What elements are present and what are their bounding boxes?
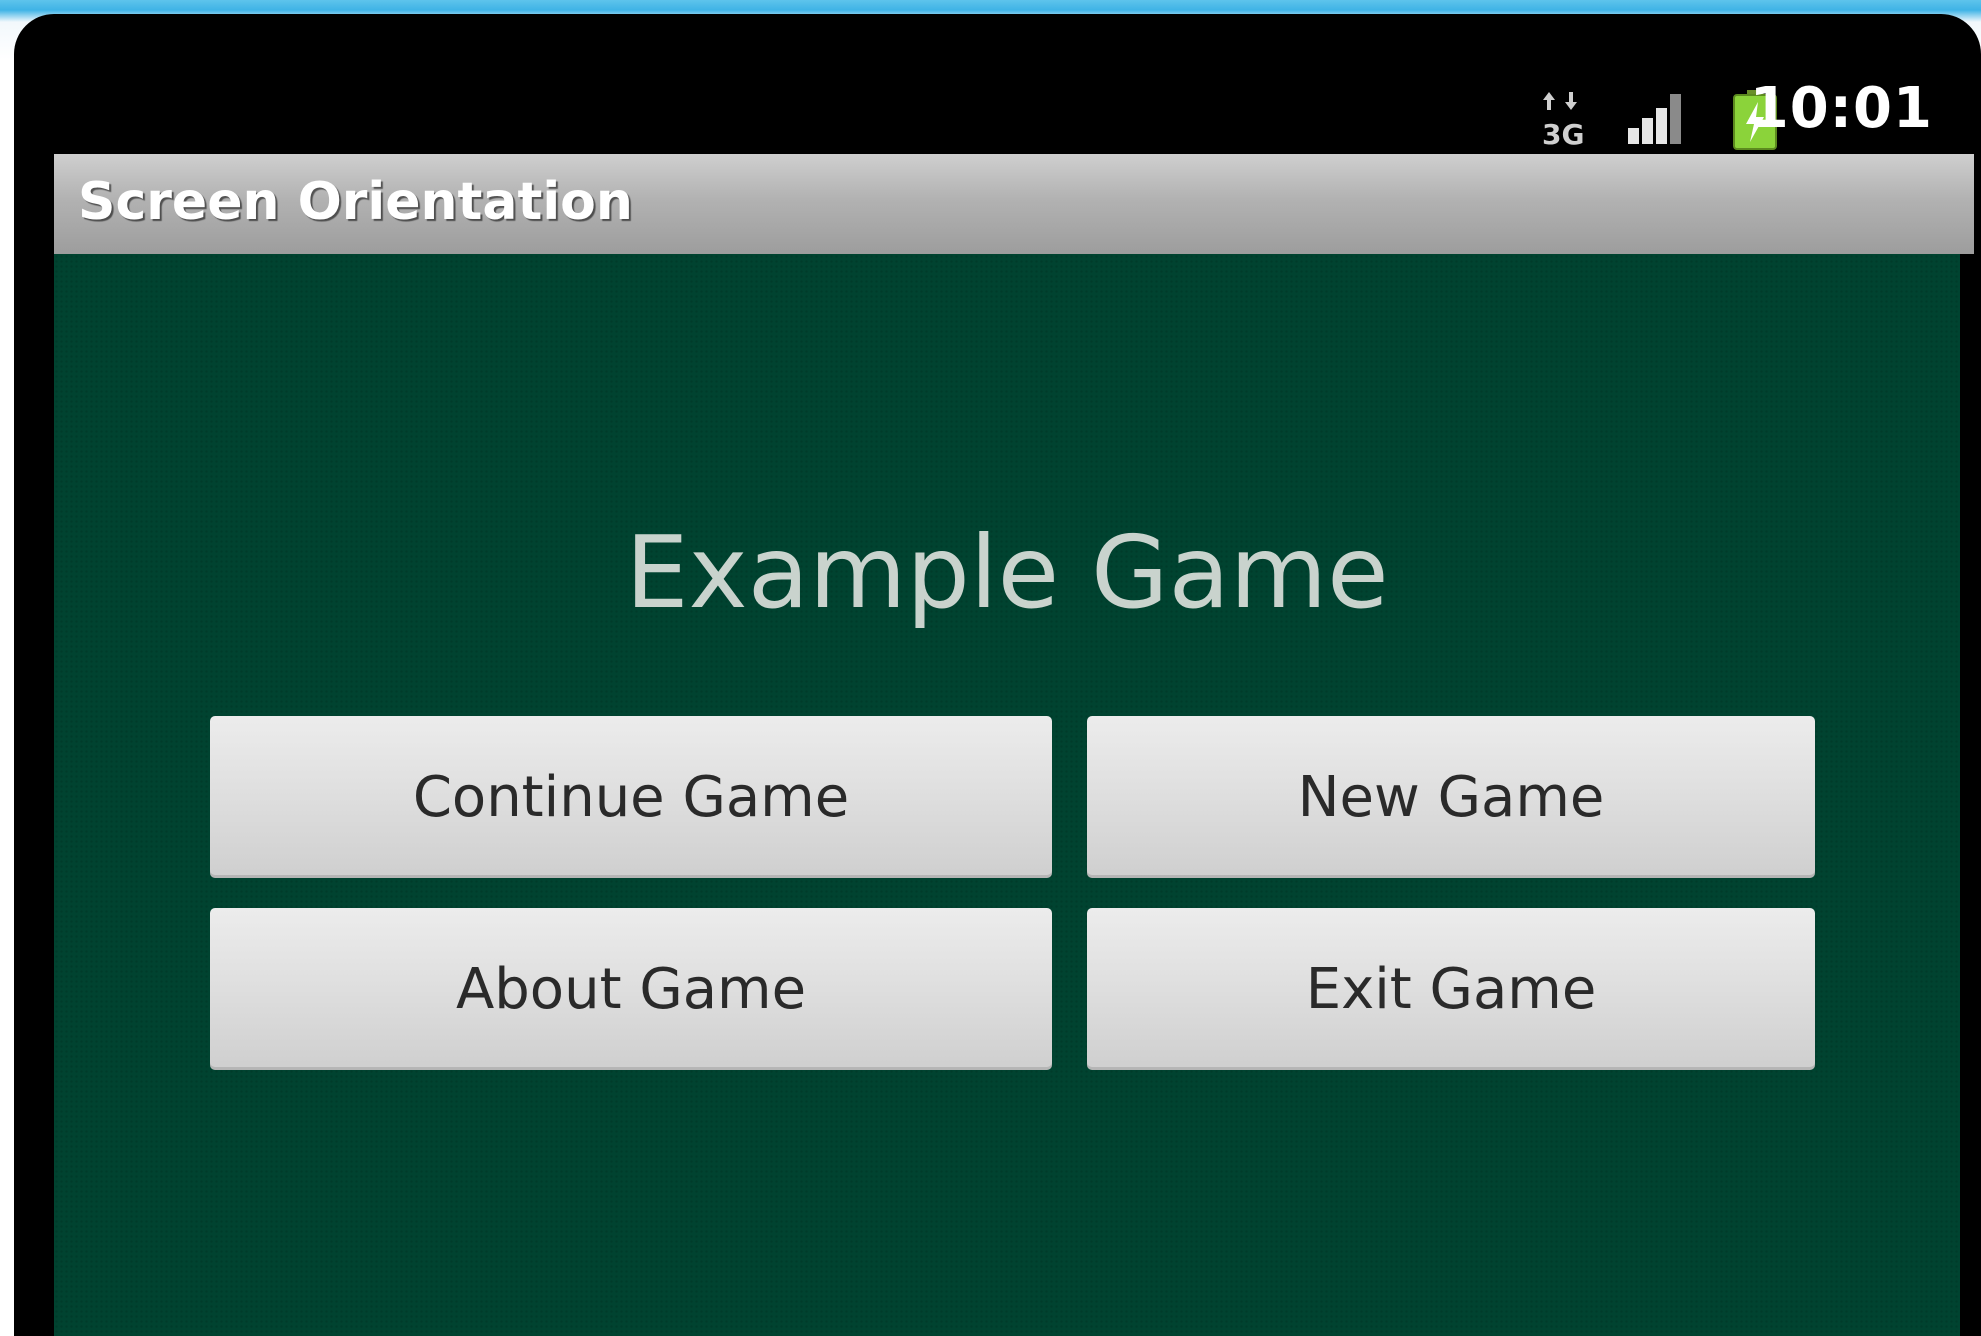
continue-game-button[interactable]: Continue Game	[210, 716, 1052, 878]
svg-text:3G: 3G	[1542, 118, 1584, 146]
new-game-button[interactable]: New Game	[1087, 716, 1815, 878]
status-clock: 10:01	[1749, 76, 1933, 141]
3g-data-icon: 3G	[1541, 90, 1585, 151]
main-content: Example Game Continue Game New Game Abou…	[54, 254, 1960, 1336]
app-title: Screen Orientation	[78, 172, 633, 232]
exit-game-button[interactable]: Exit Game	[1087, 908, 1815, 1070]
app-title-bar: Screen Orientation	[54, 154, 1974, 254]
about-game-button[interactable]: About Game	[210, 908, 1052, 1070]
game-title: Example Game	[625, 514, 1389, 631]
signal-strength-icon	[1626, 90, 1690, 150]
status-bar: 3G 10:01	[54, 42, 1981, 154]
